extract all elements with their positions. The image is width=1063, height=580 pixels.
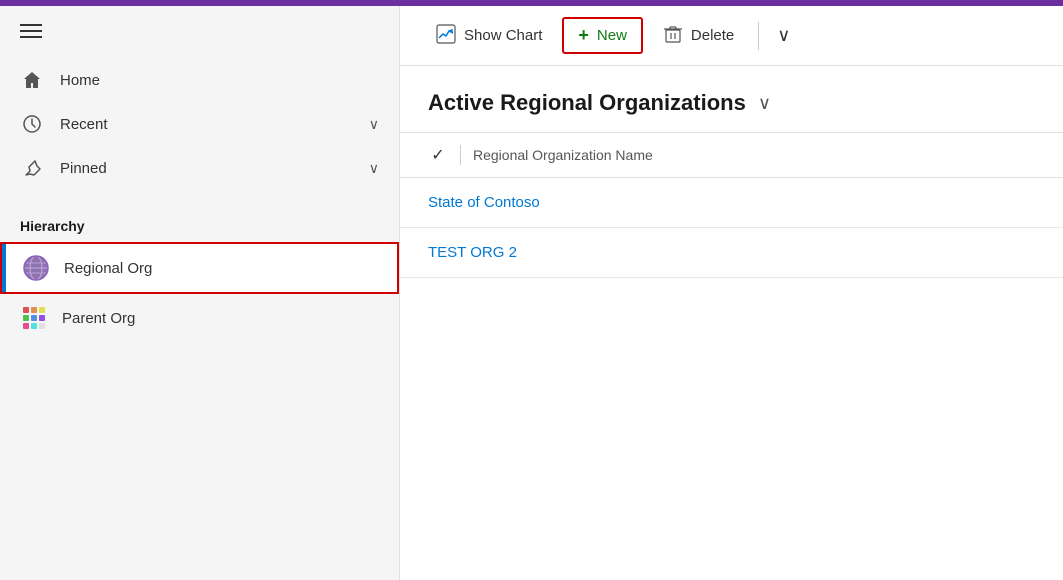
grid-icon xyxy=(20,304,48,332)
table-row[interactable]: State of Contoso xyxy=(400,178,1063,228)
content-title: Active Regional Organizations xyxy=(428,90,746,116)
hierarchy-item-label-parent-org: Parent Org xyxy=(62,310,379,327)
sidebar: Home Recent ∨ xyxy=(0,6,400,580)
recent-chevron: ∨ xyxy=(369,116,379,133)
show-chart-button[interactable]: Show Chart xyxy=(420,16,558,56)
pin-icon xyxy=(20,156,44,180)
delete-icon xyxy=(663,24,683,48)
home-icon xyxy=(20,68,44,92)
main-content: Show Chart + New xyxy=(400,6,1063,580)
new-button[interactable]: + New xyxy=(562,17,643,54)
new-label: New xyxy=(597,27,627,44)
sidebar-header xyxy=(0,6,399,48)
delete-button[interactable]: Delete xyxy=(647,16,750,56)
toolbar-separator xyxy=(758,22,759,50)
table-row[interactable]: TEST ORG 2 xyxy=(400,228,1063,278)
selected-accent xyxy=(2,244,6,292)
plus-icon: + xyxy=(578,25,589,46)
sidebar-item-label-recent: Recent xyxy=(60,116,353,133)
delete-label: Delete xyxy=(691,27,734,44)
header-divider xyxy=(460,145,461,165)
sidebar-item-label-home: Home xyxy=(60,72,379,89)
main-layout: Home Recent ∨ xyxy=(0,6,1063,580)
sidebar-item-label-pinned: Pinned xyxy=(60,160,353,177)
column-header-name[interactable]: Regional Organization Name xyxy=(473,147,653,163)
sidebar-item-home[interactable]: Home xyxy=(0,58,399,102)
globe-icon xyxy=(22,254,50,282)
row-link-state-of-contoso[interactable]: State of Contoso xyxy=(428,194,540,211)
hamburger-menu-icon[interactable] xyxy=(20,24,42,38)
sidebar-item-pinned[interactable]: Pinned ∨ xyxy=(0,146,399,190)
pinned-chevron: ∨ xyxy=(369,160,379,177)
hierarchy-section-label: Hierarchy xyxy=(0,200,399,242)
show-chart-label: Show Chart xyxy=(464,27,542,44)
chart-icon xyxy=(436,24,456,48)
chevron-down-icon: ∨ xyxy=(777,25,790,46)
content-header: Active Regional Organizations ∨ xyxy=(400,66,1063,133)
toolbar: Show Chart + New xyxy=(400,6,1063,66)
sidebar-item-recent[interactable]: Recent ∨ xyxy=(0,102,399,146)
more-button[interactable]: ∨ xyxy=(767,17,800,54)
header-checkmark[interactable]: ✓ xyxy=(428,145,448,165)
hierarchy-item-label-regional-org: Regional Org xyxy=(64,260,377,277)
clock-icon xyxy=(20,112,44,136)
hierarchy-item-regional-org[interactable]: Regional Org xyxy=(0,242,399,294)
table-column-header: ✓ Regional Organization Name xyxy=(400,133,1063,178)
sidebar-nav: Home Recent ∨ xyxy=(0,48,399,200)
row-link-test-org-2[interactable]: TEST ORG 2 xyxy=(428,244,517,261)
hierarchy-item-parent-org[interactable]: Parent Org xyxy=(0,294,399,342)
content-title-chevron[interactable]: ∨ xyxy=(758,93,771,114)
